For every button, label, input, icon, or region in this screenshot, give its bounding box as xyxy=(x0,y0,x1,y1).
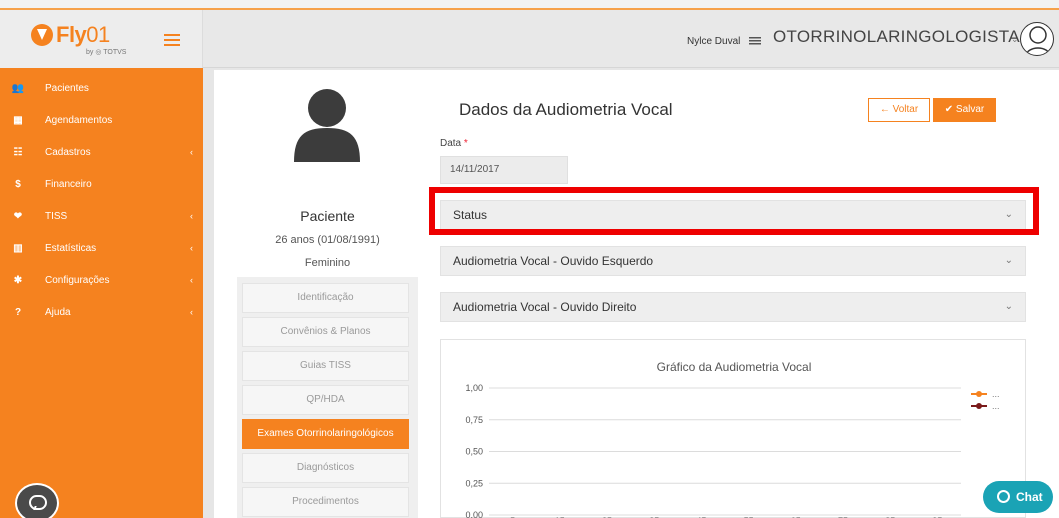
chevron-down-icon: ⌄ xyxy=(1004,301,1013,312)
logo-byline: by ◎ TOTVS xyxy=(86,49,127,56)
chevron-down-icon[interactable]: ⌄ xyxy=(1011,34,1019,45)
chevron-left-icon: ‹ xyxy=(190,307,193,317)
sidebar-item-label: Configurações xyxy=(45,274,110,286)
check-icon: ✔ xyxy=(944,104,956,115)
tab-procedimentos[interactable]: Procedimentos xyxy=(242,487,409,517)
tab-exames-otorrinolaringol-gicos[interactable]: Exames Otorrinolaringológicos xyxy=(242,419,409,449)
chevron-left-icon: ‹ xyxy=(190,275,193,285)
sidebar-menu: 👥 Pacientes ▦ Agendamentos ☷ Cadastros ‹ $ Finan… xyxy=(0,72,203,328)
sidebar-item-configura-es[interactable]: ✱ Configurações ‹ xyxy=(0,264,203,296)
top-header: Nylce Duval OTORRINOLARINGOLOGISTA ⌄ xyxy=(203,10,1059,68)
sidebar-item-financeiro[interactable]: $ Financeiro xyxy=(0,168,203,200)
tab-guias-tiss[interactable]: Guias TISS xyxy=(242,351,409,381)
heart-icon: ❤ xyxy=(13,210,23,222)
chevron-left-icon: ‹ xyxy=(190,243,193,253)
section-left-ear[interactable]: Audiometria Vocal - Ouvido Esquerdo ⌄ xyxy=(440,246,1026,276)
user-name[interactable]: Nylce Duval xyxy=(687,36,740,47)
patient-age: 26 anos (01/08/1991) xyxy=(275,234,380,246)
y-tick-label: 0,75 xyxy=(465,415,483,425)
hamburger-menu-icon[interactable] xyxy=(164,34,180,46)
y-tick-label: 0,50 xyxy=(465,447,483,457)
save-button[interactable]: ✔ Salvar xyxy=(933,98,996,122)
avatar[interactable] xyxy=(1020,22,1054,56)
dollar-icon: $ xyxy=(15,178,21,190)
sidebar: Fly01 by ◎ TOTVS 👥 Pacientes ▦ Agendamentos… xyxy=(0,10,203,518)
sidebar-item-pacientes[interactable]: 👥 Pacientes xyxy=(0,72,203,104)
bar-chart-icon: ▥ xyxy=(13,242,23,254)
date-field[interactable]: 14/11/2017 xyxy=(440,156,568,184)
patient-avatar-icon xyxy=(292,88,362,162)
users-icon: 👥 xyxy=(11,82,25,94)
sidebar-item-cadastros[interactable]: ☷ Cadastros ‹ xyxy=(0,136,203,168)
chevron-down-icon: ⌄ xyxy=(1004,255,1013,266)
logo-icon xyxy=(31,24,53,46)
tab-qp-hda[interactable]: QP/HDA xyxy=(242,385,409,415)
patient-sex: Feminino xyxy=(304,257,351,269)
top-strip xyxy=(0,0,1059,10)
legend-label: ... xyxy=(992,389,1000,399)
audiometry-chart: Gráfico da Audiometria Vocal 1,00 0,75 0,50… xyxy=(440,339,1026,518)
support-chat-icon[interactable] xyxy=(15,483,59,518)
legend-marker xyxy=(976,391,982,397)
sidebar-item-ajuda[interactable]: ? Ajuda ‹ xyxy=(0,296,203,328)
chart-title: Gráfico da Audiometria Vocal xyxy=(657,360,812,374)
legend-label: ... xyxy=(992,401,1000,411)
tab-diagn-sticos[interactable]: Diagnósticos xyxy=(242,453,409,483)
question-icon: ? xyxy=(14,306,22,318)
calendar-icon: ▦ xyxy=(13,114,23,126)
chevron-left-icon: ‹ xyxy=(190,211,193,221)
y-tick-label: 1,00 xyxy=(465,383,483,393)
sidebar-item-label: Estatísticas xyxy=(45,242,97,254)
flag-icon xyxy=(749,37,761,45)
section-right-ear[interactable]: Audiometria Vocal - Ouvido Direito ⌄ xyxy=(440,292,1026,322)
main-content: Paciente 26 anos (01/08/1991) Feminino I… xyxy=(214,70,1059,518)
tab-conv-nios-planos[interactable]: Convênios & Planos xyxy=(242,317,409,347)
sidebar-item-agendamentos[interactable]: ▦ Agendamentos xyxy=(0,104,203,136)
sidebar-item-label: TISS xyxy=(45,210,68,222)
user-role[interactable]: OTORRINOLARINGOLOGISTA xyxy=(773,27,1020,47)
y-tick-label: 0,00 xyxy=(465,510,483,518)
page-title: Dados da Audiometria Vocal xyxy=(459,100,673,119)
date-label: Data * xyxy=(440,138,468,149)
legend-marker xyxy=(976,403,982,409)
sidebar-item-label: Ajuda xyxy=(45,306,71,318)
chevron-left-icon: ‹ xyxy=(190,147,193,157)
chat-icon xyxy=(997,490,1010,503)
patient-tabs: Identificação Convênios & Planos Guias TIS… xyxy=(237,277,418,518)
logo: Fly01 xyxy=(56,22,110,47)
sidebar-item-label: Financeiro xyxy=(45,178,92,190)
sidebar-item-estat-sticas[interactable]: ▥ Estatísticas ‹ xyxy=(0,232,203,264)
tab-identifica-o[interactable]: Identificação xyxy=(242,283,409,313)
sidebar-item-label: Agendamentos xyxy=(45,114,113,126)
back-button[interactable]: ← Voltar xyxy=(868,98,930,122)
logo-area[interactable]: Fly01 by ◎ TOTVS xyxy=(0,10,203,68)
gear-icon: ✱ xyxy=(13,274,23,286)
chat-button[interactable]: Chat xyxy=(983,481,1053,513)
arrow-left-icon: ← xyxy=(879,104,893,115)
y-tick-label: 0,25 xyxy=(465,478,483,488)
patient-label: Paciente xyxy=(300,208,355,224)
highlight-box xyxy=(429,187,1039,235)
list-icon: ☷ xyxy=(13,146,23,158)
sidebar-item-label: Pacientes xyxy=(45,82,89,94)
sidebar-item-tiss[interactable]: ❤ TISS ‹ xyxy=(0,200,203,232)
sidebar-item-label: Cadastros xyxy=(45,146,91,158)
